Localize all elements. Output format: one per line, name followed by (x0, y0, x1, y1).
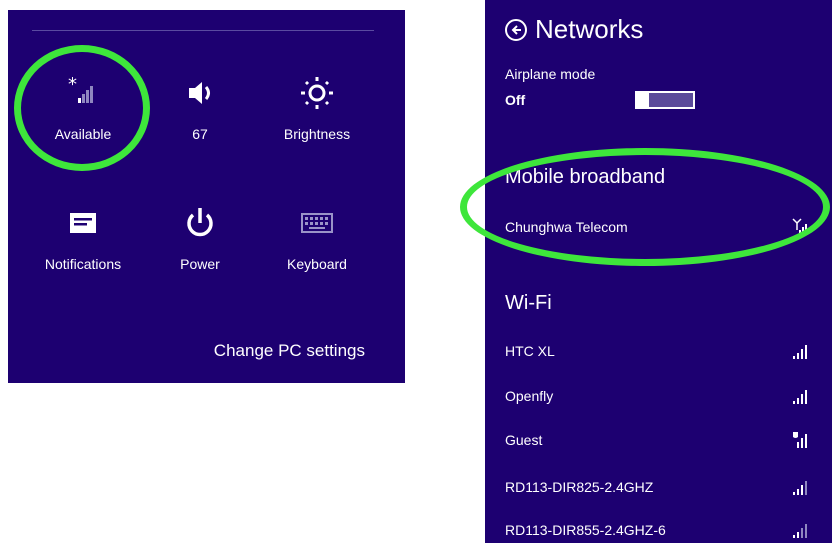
divider (32, 30, 374, 31)
power-icon (145, 200, 255, 246)
network-name: Guest (505, 432, 543, 448)
secured-wifi-signal-icon (793, 432, 807, 448)
notifications-tile[interactable]: Notifications (28, 200, 138, 290)
change-pc-settings-link[interactable]: Change PC settings (214, 341, 365, 361)
brightness-tile[interactable]: Brightness (262, 70, 372, 160)
wifi-signal-icon (793, 390, 807, 404)
power-tile-label: Power (180, 256, 220, 272)
wifi-item-openfly[interactable]: Openfly (505, 385, 810, 407)
back-arrow-icon (511, 24, 521, 35)
wifi-item-rd113-dir825[interactable]: RD113-DIR825-2.4GHZ (505, 476, 810, 498)
network-name: RD113-DIR825-2.4GHZ (505, 479, 654, 495)
power-tile[interactable]: Power (145, 200, 255, 290)
airplane-mode-toggle[interactable] (635, 91, 695, 109)
back-button[interactable] (505, 18, 527, 41)
wifi-item-rd113-dir855[interactable]: RD113-DIR855-2.4GHZ-6 (505, 519, 810, 541)
notifications-icon (28, 200, 138, 246)
toggle-knob (637, 91, 649, 109)
airplane-mode-state: Off (505, 92, 526, 108)
highlight-ring (14, 45, 150, 171)
wifi-signal-icon (793, 524, 807, 538)
volume-tile[interactable]: 67 (145, 70, 255, 160)
keyboard-tile[interactable]: Keyboard (262, 200, 372, 290)
network-name: Openfly (505, 388, 554, 404)
networks-header: Networks (505, 14, 643, 45)
network-name: RD113-DIR855-2.4GHZ-6 (505, 522, 666, 538)
wifi-signal-icon (793, 345, 807, 359)
brightness-icon (262, 70, 372, 116)
network-name: HTC XL (505, 343, 555, 359)
page-title: Networks (535, 14, 644, 44)
volume-tile-label: 67 (192, 126, 208, 142)
notifications-tile-label: Notifications (44, 256, 122, 272)
wifi-signal-icon (793, 481, 807, 495)
airplane-mode-label: Airplane mode (505, 66, 596, 82)
volume-icon (145, 70, 255, 116)
keyboard-tile-label: Keyboard (287, 256, 347, 272)
keyboard-icon (262, 200, 372, 246)
wifi-heading: Wi-Fi (505, 292, 552, 314)
brightness-tile-label: Brightness (283, 126, 351, 142)
networks-panel: Networks Airplane mode Off Mobile broadb… (485, 0, 832, 543)
highlight-ring (460, 148, 830, 266)
wifi-item-htc-xl[interactable]: HTC XL (505, 340, 810, 362)
wifi-item-guest[interactable]: Guest (505, 429, 810, 451)
